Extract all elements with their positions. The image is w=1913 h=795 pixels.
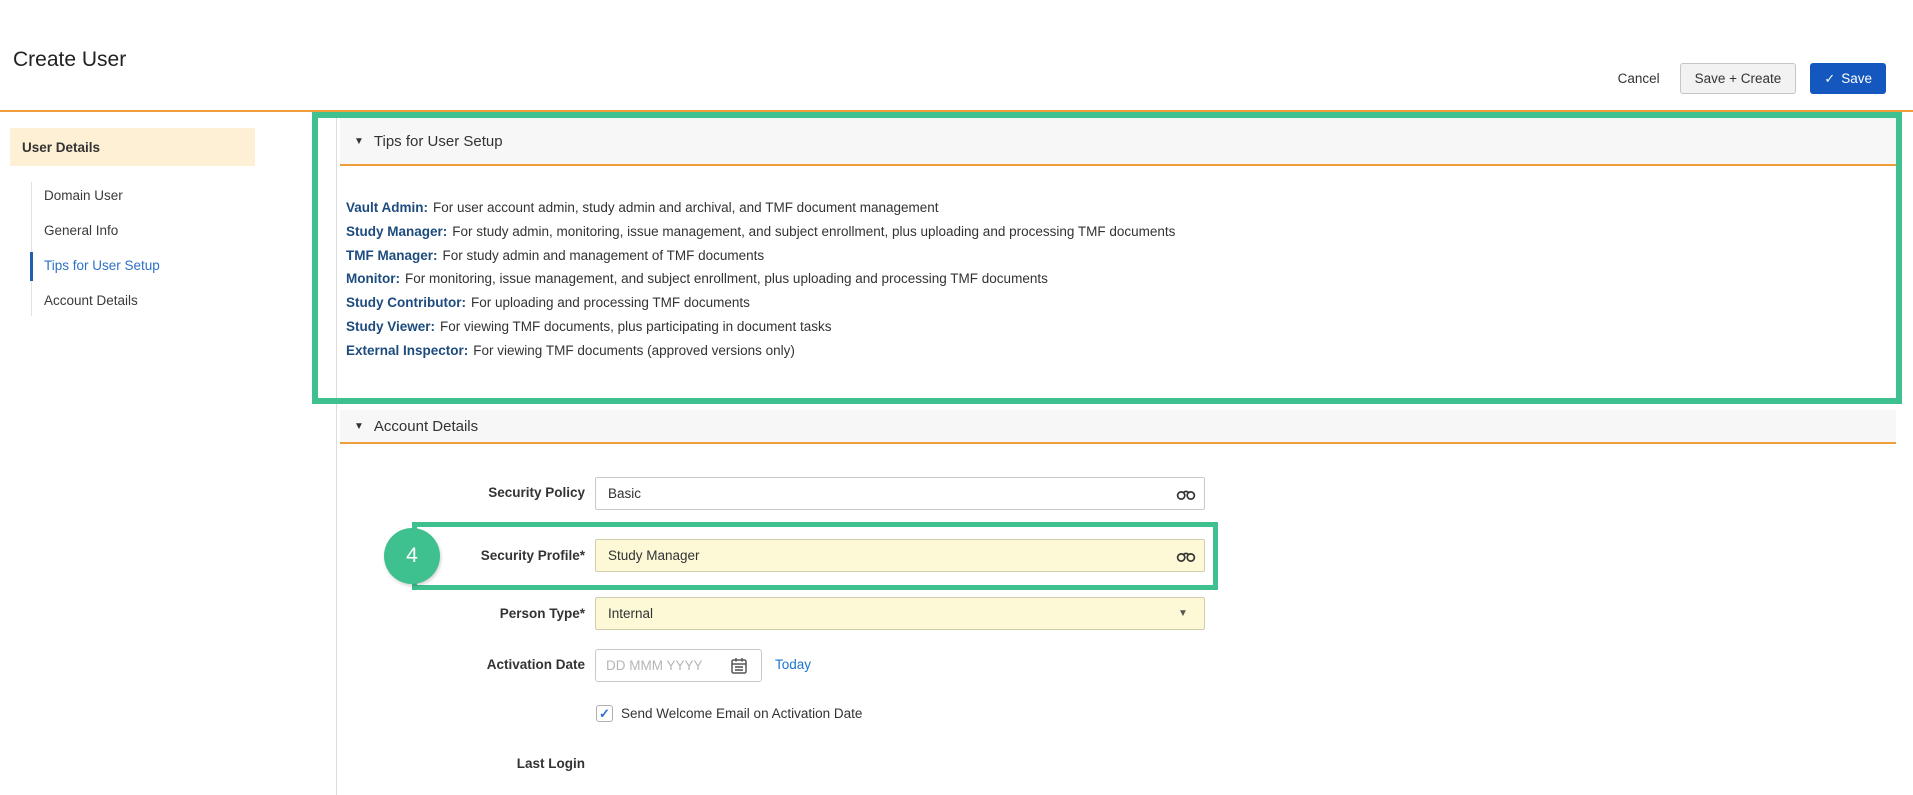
tip-description: For user account admin, study admin and … [433, 200, 939, 215]
tip-role-label: Vault Admin: [346, 200, 429, 215]
tip-description: For viewing TMF documents, plus particip… [440, 318, 832, 334]
sidebar-item-account-details[interactable]: Account Details [44, 291, 160, 311]
header-divider [0, 110, 1913, 112]
tip-line: TMF Manager: For study admin and manageme… [346, 244, 1175, 268]
tip-role-label: Study Contributor: [346, 295, 466, 311]
tip-role-label: Study Manager: [346, 223, 448, 239]
collapse-triangle-icon: ▼ [354, 135, 364, 147]
binoculars-lookup-icon[interactable] [1176, 548, 1196, 564]
tip-line: Study Viewer: For viewing TMF documents, … [346, 315, 1175, 339]
create-user-page: { "header": { "title": "Create User", "c… [0, 0, 1913, 795]
person-type-label: Person Type* [499, 606, 585, 621]
tip-line: External Inspector: For viewing TMF docum… [346, 339, 1175, 363]
security-profile-input[interactable] [595, 539, 1205, 572]
tip-line: Monitor: For monitoring, issue management… [346, 267, 1175, 291]
sidebar-nav: Domain User General Info Tips for User Set… [44, 186, 160, 311]
tip-line: Vault Admin: For user account admin, stud… [346, 196, 1175, 220]
person-type-select[interactable]: Internal [595, 597, 1205, 630]
send-welcome-email-checkbox[interactable]: ✓ [596, 705, 613, 722]
sidebar-section-user-details[interactable]: User Details [10, 128, 255, 166]
today-link[interactable]: Today [775, 657, 811, 672]
chevron-down-icon: ▼ [1178, 608, 1188, 619]
save-button-label: Save [1841, 71, 1872, 86]
required-marker: * [579, 548, 585, 563]
save-check-icon: ✓ [1824, 70, 1836, 86]
sidebar-rail [31, 182, 32, 316]
tip-line: Study Manager: For study admin, monitorin… [346, 220, 1175, 244]
tips-list: Vault Admin: For user account admin, stud… [346, 196, 1175, 363]
required-marker: * [579, 606, 585, 621]
activation-date-label: Activation Date [486, 657, 585, 672]
cancel-button[interactable]: Cancel [1612, 71, 1666, 86]
tip-description: For viewing TMF documents (approved vers… [473, 342, 795, 358]
tip-description: For uploading and processing TMF documen… [470, 295, 750, 311]
tip-description: For monitoring, issue management, and su… [404, 271, 1048, 287]
tip-description: For study admin, monitoring, issue manag… [452, 223, 1176, 239]
sidebar-item-tips-for-user-setup[interactable]: Tips for User Setup [44, 256, 160, 276]
save-create-button[interactable]: Save + Create [1679, 63, 1797, 94]
sidebar-divider [336, 112, 337, 795]
security-profile-label: Security Profile* [480, 548, 585, 563]
save-button[interactable]: ✓ Save [1810, 63, 1886, 94]
sidebar-active-indicator [30, 252, 33, 281]
account-details-section-header[interactable]: ▼ Account Details [340, 410, 1896, 444]
tip-line: Study Contributor: For uploading and proc… [346, 291, 1175, 315]
header-actions: Cancel Save + Create ✓ Save [1612, 63, 1886, 94]
tip-role-label: Monitor: [346, 271, 400, 287]
sidebar-item-general-info[interactable]: General Info [44, 221, 160, 241]
calendar-icon[interactable] [730, 656, 748, 675]
tip-role-label: TMF Manager: [346, 247, 438, 263]
tip-description: For study admin and management of TMF do… [442, 247, 765, 263]
tips-section-header[interactable]: ▼ Tips for User Setup [340, 118, 1896, 166]
account-details-section-title: Account Details [373, 417, 479, 435]
last-login-label: Last Login [516, 756, 585, 771]
binoculars-lookup-icon[interactable] [1176, 486, 1196, 502]
checkbox-check-icon: ✓ [599, 705, 610, 721]
tips-section-title: Tips for User Setup [373, 132, 503, 150]
annotation-step-badge: 4 [384, 528, 440, 584]
collapse-triangle-icon: ▼ [354, 420, 364, 432]
security-policy-input[interactable] [595, 477, 1205, 510]
tip-role-label: Study Viewer: [346, 318, 436, 334]
security-policy-label: Security Policy [488, 485, 585, 500]
sidebar-item-domain-user[interactable]: Domain User [44, 186, 160, 206]
tip-role-label: External Inspector: [346, 342, 469, 358]
send-welcome-email-label: Send Welcome Email on Activation Date [621, 706, 863, 721]
page-title: Create User [13, 48, 127, 71]
